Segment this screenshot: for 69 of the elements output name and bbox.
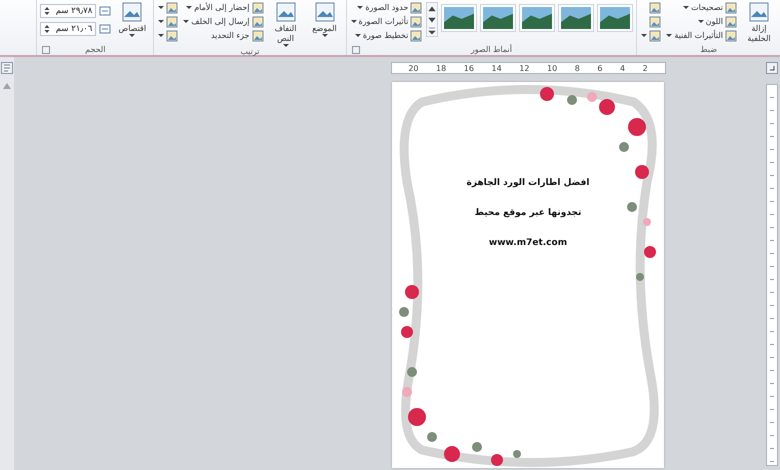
ribbon-button[interactable]: تصحيحات <box>665 1 738 14</box>
ribbon-button[interactable]: جزء التحديد <box>182 29 264 42</box>
group-label: أنماط الصور <box>470 44 512 54</box>
picture-icon <box>166 2 178 14</box>
picture-icon <box>649 2 662 14</box>
document-text: افضل اطارات الورد الجاهزة <box>466 178 590 188</box>
picture-icon <box>314 1 336 23</box>
picture-style-thumbnail[interactable] <box>480 4 516 32</box>
ruler-toggle-icon[interactable] <box>1 62 13 74</box>
picture-icon <box>725 16 737 28</box>
document-text: www.m7et.com <box>488 238 568 248</box>
picture-icon <box>748 1 770 23</box>
group-label: ترتيب <box>240 47 260 56</box>
picture-icon <box>166 16 178 28</box>
ruler-toggle-icon[interactable] <box>766 62 778 74</box>
ruler-number: 8 <box>574 64 580 72</box>
picture-style-thumbnail[interactable] <box>558 4 594 32</box>
ribbon-button[interactable] <box>157 1 180 14</box>
size-icon <box>99 5 112 17</box>
ribbon-button[interactable]: إرسال إلى الخلف <box>182 15 264 28</box>
picture-icon <box>252 2 264 14</box>
picture-icon <box>121 1 144 23</box>
ribbon-button[interactable]: تأثيرات الصورة <box>350 15 424 28</box>
ribbon-button[interactable]: الموضع <box>306 1 342 37</box>
gallery-scroll-control[interactable] <box>426 2 438 37</box>
ribbon-button[interactable]: حدود الصورة <box>350 1 424 14</box>
picture-icon <box>725 30 737 42</box>
picture-icon <box>252 30 264 42</box>
ruler-number: 10 <box>546 64 558 72</box>
picture-icon <box>410 30 422 42</box>
size-field[interactable]: ٢٩٫٧٨ سم <box>40 4 96 18</box>
picture-icon <box>649 16 662 28</box>
ribbon-button[interactable] <box>157 29 180 42</box>
group-label: الحجم <box>85 44 106 54</box>
picture-icon <box>410 2 422 14</box>
ribbon-button[interactable]: اقتصاص <box>114 1 150 37</box>
ribbon-button[interactable]: التأثيرات الفنية <box>665 29 738 42</box>
spin-arrows-icon[interactable] <box>44 24 50 34</box>
document-text: تجدونها عبر موقع محيط <box>474 208 582 218</box>
picture-icon <box>252 16 264 28</box>
picture-icon <box>649 30 662 42</box>
spin-arrows-icon[interactable] <box>44 6 50 16</box>
ribbon-button[interactable]: إزالة الخلفية <box>741 1 777 44</box>
ruler-number: 12 <box>519 64 530 72</box>
ribbon-button[interactable] <box>640 29 662 42</box>
size-icon <box>99 23 112 35</box>
ruler-number: 6 <box>597 64 602 72</box>
ruler-number: 16 <box>464 64 474 72</box>
picture-icon <box>725 2 737 14</box>
group-label: ضبط <box>700 45 718 54</box>
ribbon-button[interactable]: التفاف النص <box>268 1 304 47</box>
picture-style-thumbnail[interactable] <box>597 4 634 32</box>
picture-icon <box>166 30 178 42</box>
picture-icon <box>410 16 422 28</box>
size-field[interactable]: ٢١٫٠٦ سم <box>40 22 96 36</box>
ruler-number: 14 <box>492 64 502 72</box>
dialog-launcher-icon[interactable] <box>42 46 50 54</box>
picture-icon <box>274 1 296 23</box>
picture-style-thumbnail[interactable] <box>441 4 478 32</box>
ribbon-button[interactable] <box>157 15 180 28</box>
ruler-number: 20 <box>408 64 418 72</box>
ruler-number: 2 <box>642 64 648 72</box>
picture-style-thumbnail[interactable] <box>519 4 556 32</box>
dialog-launcher-icon[interactable] <box>352 46 360 54</box>
ruler-number: 4 <box>620 64 626 72</box>
ribbon-button[interactable]: تخطيط صورة <box>350 29 424 42</box>
ruler-number: 18 <box>436 64 446 72</box>
ribbon-button[interactable]: اللون <box>665 15 738 28</box>
ribbon-button[interactable]: إحضار إلى الأمام <box>182 1 264 14</box>
